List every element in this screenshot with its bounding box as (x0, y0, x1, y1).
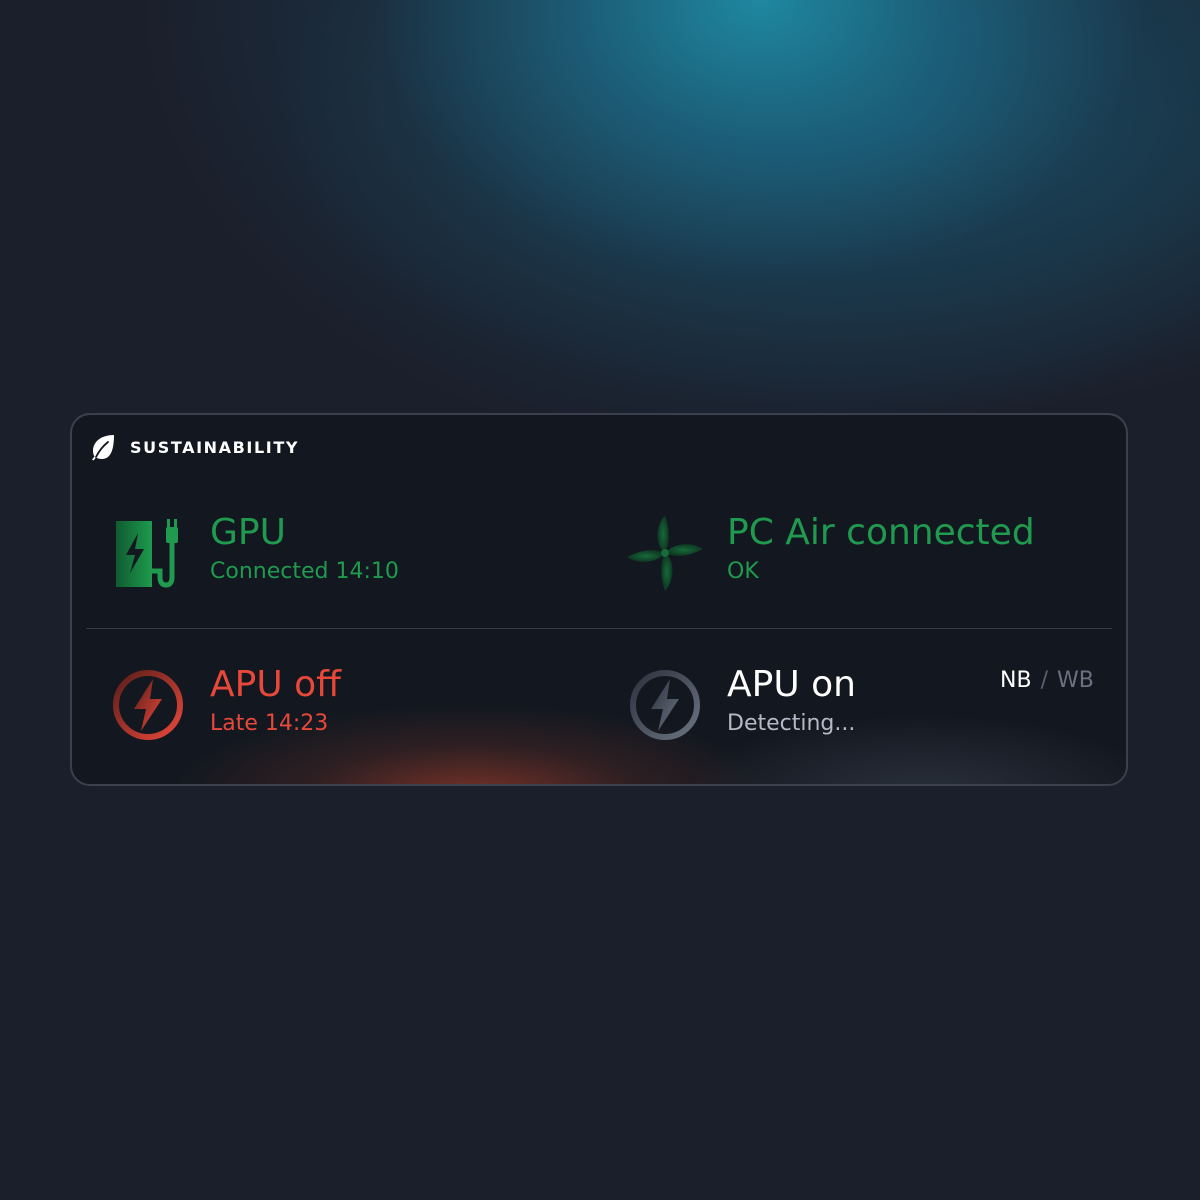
power-bolt-icon (113, 670, 183, 740)
power-bolt-icon (630, 670, 700, 740)
fan-icon (627, 515, 703, 591)
leaf-icon (92, 435, 114, 461)
tile-gpu[interactable]: GPU Connected 14:10 (108, 513, 399, 593)
tile-status: OK (727, 559, 759, 584)
tile-apu-on[interactable]: APU on Detecting... (625, 665, 856, 745)
tile-apu-off[interactable]: APU off Late 14:23 (108, 665, 341, 745)
tile-status: Detecting... (727, 711, 856, 736)
nb-wb-toggle[interactable]: NB / WB (1000, 668, 1094, 693)
sustainability-widget: SUSTAINABILITY GPU Connected 14:10 PC Ai… (70, 413, 1128, 786)
toggle-option-wb[interactable]: WB (1057, 668, 1094, 693)
toggle-option-nb[interactable]: NB (1000, 668, 1032, 693)
tile-title: APU off (210, 664, 341, 705)
tile-status: Connected 14:10 (210, 559, 399, 584)
tile-title: PC Air connected (727, 512, 1035, 553)
ev-charger-icon (116, 519, 178, 588)
tile-title: GPU (210, 512, 286, 553)
widget-title: SUSTAINABILITY (130, 437, 300, 457)
toggle-separator: / (1040, 668, 1048, 693)
widget-header: SUSTAINABILITY (90, 433, 299, 461)
tile-title: APU on (727, 664, 856, 705)
tile-status: Late 14:23 (210, 711, 329, 736)
divider (86, 628, 1112, 629)
tile-pc-air[interactable]: PC Air connected OK (625, 513, 1035, 593)
